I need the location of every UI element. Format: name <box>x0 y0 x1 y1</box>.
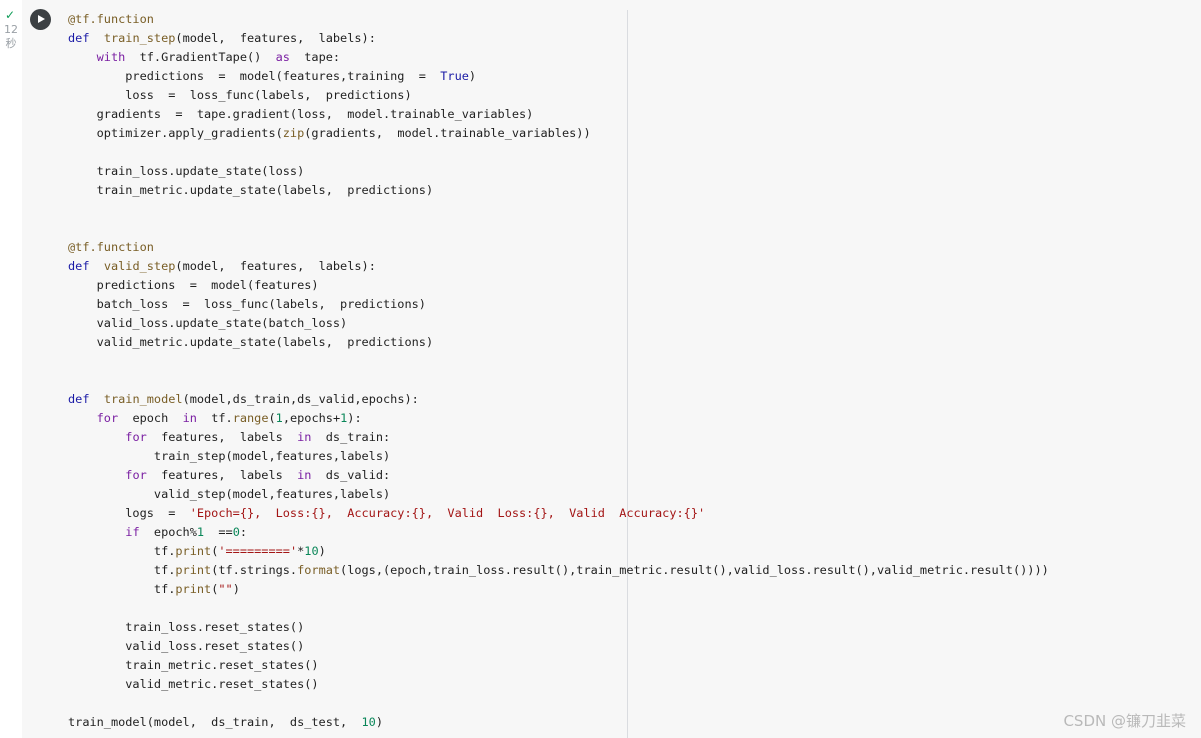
code-line[interactable] <box>68 352 1049 371</box>
code-line[interactable]: gradients = tape.gradient(loss, model.tr… <box>68 105 1049 124</box>
code-line[interactable]: predictions = model(features) <box>68 276 1049 295</box>
code-line[interactable]: with tf.GradientTape() as tape: <box>68 48 1049 67</box>
code-line[interactable]: for features, labels in ds_valid: <box>68 466 1049 485</box>
code-line[interactable]: @tf.function <box>68 10 1049 29</box>
code-line[interactable]: def train_model(model,ds_train,ds_valid,… <box>68 390 1049 409</box>
code-line[interactable]: batch_loss = loss_func(labels, predictio… <box>68 295 1049 314</box>
code-line[interactable]: loss = loss_func(labels, predictions) <box>68 86 1049 105</box>
code-line[interactable] <box>68 371 1049 390</box>
code-line[interactable]: tf.print(tf.strings.format(logs,(epoch,t… <box>68 561 1049 580</box>
code-line[interactable]: valid_metric.update_state(labels, predic… <box>68 333 1049 352</box>
code-line[interactable]: tf.print("") <box>68 580 1049 599</box>
code-line[interactable] <box>68 599 1049 618</box>
code-line[interactable]: if epoch%1 ==0: <box>68 523 1049 542</box>
code-line[interactable]: @tf.function <box>68 238 1049 257</box>
code-line[interactable]: predictions = model(features,training = … <box>68 67 1049 86</box>
code-line[interactable]: train_metric.update_state(labels, predic… <box>68 181 1049 200</box>
code-line[interactable]: for epoch in tf.range(1,epochs+1): <box>68 409 1049 428</box>
cell-gutter: ✓ 12 秒 <box>0 0 22 738</box>
execution-time-value: 12 <box>4 23 18 36</box>
code-line[interactable]: valid_loss.update_state(batch_loss) <box>68 314 1049 333</box>
code-line[interactable]: train_step(model,features,labels) <box>68 447 1049 466</box>
watermark: CSDN @镰刀韭菜 <box>1063 712 1186 730</box>
code-line[interactable]: train_model(model, ds_train, ds_test, 10… <box>68 713 1049 732</box>
run-cell-button[interactable] <box>30 9 51 30</box>
code-line[interactable]: def train_step(model, features, labels): <box>68 29 1049 48</box>
execution-time: 12 秒 <box>2 23 20 51</box>
execution-time-unit: 秒 <box>5 37 17 50</box>
code-line[interactable]: valid_loss.reset_states() <box>68 637 1049 656</box>
code-line[interactable]: valid_metric.reset_states() <box>68 675 1049 694</box>
play-icon <box>38 15 45 23</box>
code-line[interactable]: train_metric.reset_states() <box>68 656 1049 675</box>
code-line[interactable]: for features, labels in ds_train: <box>68 428 1049 447</box>
check-icon: ✓ <box>5 8 16 22</box>
code-line[interactable]: tf.print('========='*10) <box>68 542 1049 561</box>
code-line[interactable]: train_loss.update_state(loss) <box>68 162 1049 181</box>
code-line[interactable] <box>68 200 1049 219</box>
code-line[interactable] <box>68 143 1049 162</box>
code-line[interactable] <box>68 219 1049 238</box>
code-editor[interactable]: @tf.function def train_step(model, featur… <box>68 10 1049 732</box>
code-line[interactable]: logs = 'Epoch={}, Loss:{}, Accuracy:{}, … <box>68 504 1049 523</box>
code-line[interactable]: valid_step(model,features,labels) <box>68 485 1049 504</box>
code-line[interactable] <box>68 694 1049 713</box>
code-line[interactable]: def valid_step(model, features, labels): <box>68 257 1049 276</box>
code-line[interactable]: optimizer.apply_gradients(zip(gradients,… <box>68 124 1049 143</box>
code-line[interactable]: train_loss.reset_states() <box>68 618 1049 637</box>
